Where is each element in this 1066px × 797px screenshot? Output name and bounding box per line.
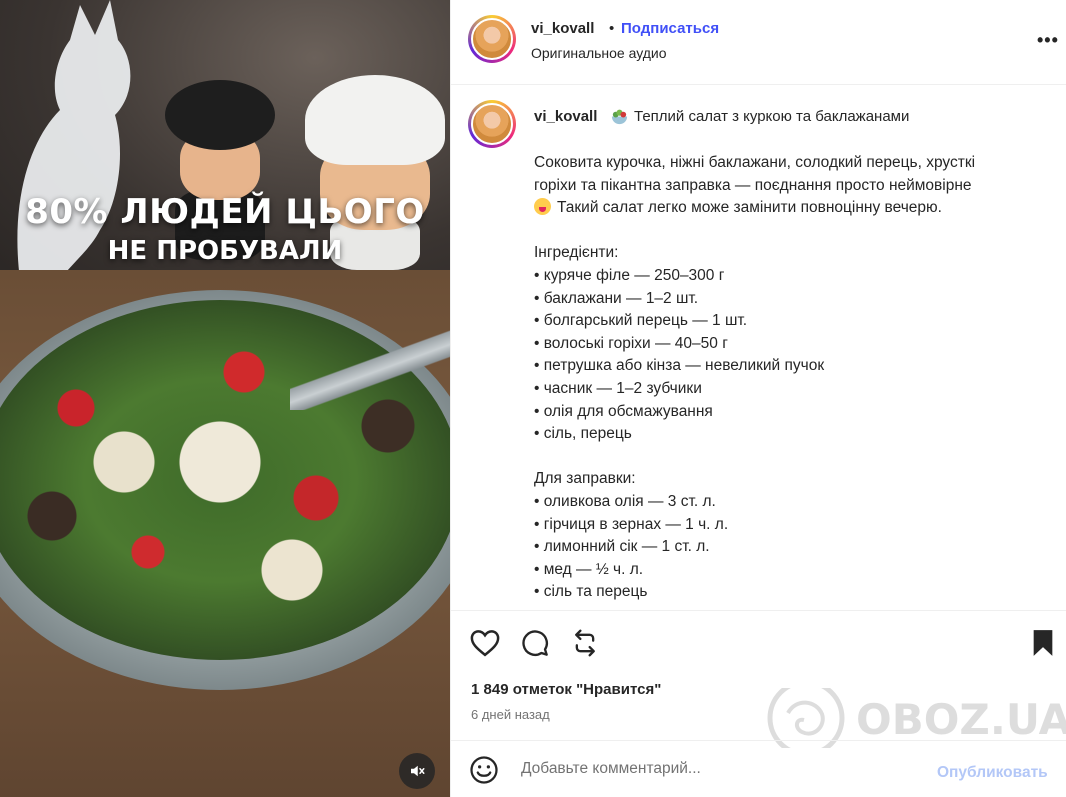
caption-intro-line: горіхи та пікантна заправка — поєднання … [534, 176, 972, 194]
overlay-text-line1: 80% ЛЮДЕЙ ЦЬОГО [25, 192, 425, 232]
emoji-picker-button[interactable] [469, 755, 499, 785]
separator-dot: • [609, 20, 615, 37]
dressing-item: • гірчиця в зернах — 1 ч. л. [534, 515, 729, 533]
repost-icon [575, 629, 595, 657]
repost-button[interactable] [569, 627, 601, 659]
overlay-text-line2: НЕ ПРОБУВАЛИ [107, 236, 343, 266]
tongue-face-emoji-icon [534, 198, 551, 216]
mute-button[interactable] [399, 753, 435, 789]
actions-section: 1 849 отметок "Нравится" 6 дней назад OB… [451, 610, 1066, 748]
post-media[interactable]: 80% ЛЮДЕЙ ЦЬОГО НЕ ПРОБУВАЛИ [0, 0, 450, 797]
post-panel: vi_kovall • Подписаться Оригинальное ауд… [450, 0, 1066, 797]
audio-link[interactable]: Оригинальное аудио [531, 45, 667, 61]
follow-button[interactable]: Подписаться [621, 20, 719, 37]
speaker-muted-icon [411, 765, 425, 777]
ingredient-item: • куряче філе — 250–300 г [534, 266, 725, 284]
caption-username[interactable]: vi_kovall [534, 108, 597, 125]
comment-button[interactable] [519, 627, 551, 659]
ingredient-item: • баклажани — 1–2 шт. [534, 289, 699, 307]
dressing-item: • оливкова олія — 3 ст. л. [534, 492, 716, 510]
caption-avatar[interactable] [468, 100, 516, 148]
ingredient-item: • олія для обсмажування [534, 402, 713, 420]
ingredient-item: • волоські горіхи — 40–50 г [534, 334, 728, 352]
svg-text:OBOZ.UA: OBOZ.UA [856, 695, 1066, 744]
dressing-item: • мед — ½ ч. л. [534, 560, 644, 578]
like-button[interactable] [469, 627, 501, 659]
dressing-heading: Для заправки: [534, 470, 636, 488]
smiley-icon [470, 756, 498, 784]
post-header: vi_kovall • Подписаться Оригинальное ауд… [451, 0, 1066, 85]
comment-input[interactable] [521, 757, 931, 781]
ingredient-item: • часник — 1–2 зубчики [534, 379, 702, 397]
ingredient-item: • болгарський перець — 1 шт. [534, 312, 748, 330]
figurine-hair [165, 80, 275, 150]
bookmark-icon [1033, 630, 1053, 656]
caption-area: vi_kovall Теплий салат з куркою та бакла… [451, 86, 1066, 610]
comment-icon [522, 630, 548, 656]
ingredient-item: • петрушка або кінза — невеликий пучок [534, 357, 825, 375]
post-timestamp[interactable]: 6 дней назад [471, 707, 550, 722]
more-options-icon[interactable]: ••• [1037, 30, 1059, 51]
caption-title: Теплий салат з куркою та баклажанами [634, 108, 910, 125]
comment-bar: Опубликовать [451, 740, 1066, 797]
avatar[interactable] [468, 15, 516, 63]
caption-intro-line: Соковита курочка, ніжні баклажани, солод… [534, 154, 976, 171]
likes-count[interactable]: 1 849 отметок "Нравится" [471, 681, 661, 698]
chef-hat [305, 75, 445, 165]
oboz-watermark-logo: OBOZ.UA [767, 688, 1066, 748]
save-button[interactable] [1027, 627, 1059, 659]
publish-button[interactable]: Опубликовать [937, 764, 1048, 782]
ingredients-heading: Інгредієнти: [534, 244, 619, 262]
caption-intro-line: Такий салат легко може замінити повноцін… [534, 197, 1054, 220]
dressing-item: • сіль та перець [534, 583, 648, 601]
caption-intro-text: Такий салат легко може замінити повноцін… [557, 199, 942, 217]
fork [290, 330, 450, 410]
dressing-item: • лимонний сік — 1 ст. л. [534, 538, 710, 556]
caption-text: Соковита курочка, ніжні баклажани, солод… [534, 152, 1054, 604]
ingredient-item: • сіль, перець [534, 425, 632, 443]
salad-emoji-icon [611, 109, 628, 125]
author-username[interactable]: vi_kovall [531, 20, 594, 37]
heart-icon [470, 630, 500, 657]
